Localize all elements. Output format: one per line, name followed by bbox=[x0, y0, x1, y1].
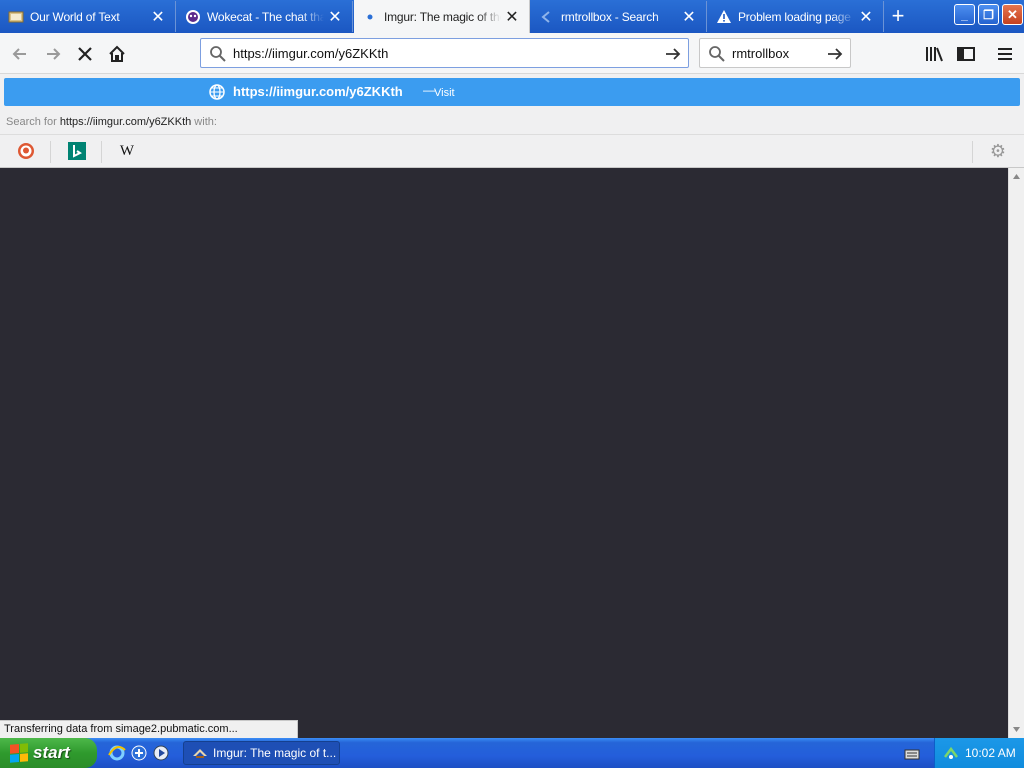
nav-toolbar: https://iimgur.com/y6ZKKth rmtrollbox bbox=[0, 33, 1024, 74]
go-arrow-icon[interactable] bbox=[826, 46, 844, 62]
scroll-down-icon[interactable] bbox=[1012, 726, 1021, 734]
internet-explorer-icon[interactable] bbox=[108, 744, 126, 762]
tab-problem-loading[interactable]: Problem loading page ✕ bbox=[708, 1, 884, 32]
tab-our-world-of-text[interactable]: Our World of Text ✕ bbox=[0, 1, 176, 32]
engine-divider bbox=[972, 141, 973, 163]
url-autocomplete-popup: https://iimgur.com/y6ZKKth — Visit Searc… bbox=[0, 74, 1024, 168]
search-for-prefix: Search for bbox=[6, 116, 60, 128]
clock[interactable]: 10:02 AM bbox=[965, 746, 1016, 760]
tab-title: Our World of Text bbox=[30, 9, 120, 24]
search-for-query: https://iimgur.com/y6ZKKth bbox=[59, 116, 192, 128]
stop-button[interactable] bbox=[71, 40, 99, 68]
close-window-button[interactable]: ✕ bbox=[1002, 4, 1023, 25]
search-for-suffix: with: bbox=[191, 116, 217, 128]
menu-button[interactable] bbox=[991, 40, 1019, 68]
imgur-icon bbox=[193, 749, 207, 758]
bing-icon[interactable] bbox=[68, 142, 86, 160]
search-icon bbox=[539, 9, 555, 25]
close-icon[interactable]: ✕ bbox=[147, 6, 169, 28]
tab-rmtrollbox-search[interactable]: rmtrollbox - Search ✕ bbox=[531, 1, 707, 32]
taskbar-firefox-window[interactable]: Imgur: The magic of t... bbox=[183, 741, 340, 765]
loading-dot-icon bbox=[362, 9, 378, 25]
home-icon bbox=[109, 45, 125, 62]
new-tab-button[interactable]: + bbox=[884, 4, 912, 30]
windows-logo-icon bbox=[10, 743, 28, 763]
close-icon[interactable]: ✕ bbox=[501, 6, 523, 28]
keyboard-icon[interactable] bbox=[903, 745, 921, 763]
tab-title: rmtrollbox - Search bbox=[561, 9, 659, 24]
tab-wokecat[interactable]: Wokecat - The chat that ✕ bbox=[177, 1, 353, 32]
forward-arrow-icon bbox=[47, 48, 61, 60]
suggestion-action: Visit bbox=[434, 87, 455, 99]
tab-imgur[interactable]: Imgur: The magic of the ✕ bbox=[354, 0, 530, 33]
hamburger-menu-icon bbox=[998, 48, 1012, 60]
search-bar[interactable]: rmtrollbox bbox=[699, 38, 851, 68]
suggestion-url: https://iimgur.com/y6ZKKth bbox=[233, 84, 403, 99]
scrollbar[interactable] bbox=[1008, 168, 1024, 738]
back-arrow-icon bbox=[12, 48, 26, 60]
engine-divider bbox=[50, 141, 51, 163]
sidebar-icon bbox=[957, 47, 975, 61]
search-for-label: Search for https://iimgur.com/y6ZKKth wi… bbox=[6, 116, 217, 128]
autocomplete-suggestion[interactable]: https://iimgur.com/y6ZKKth — Visit bbox=[4, 78, 1020, 106]
start-button[interactable]: start bbox=[0, 738, 97, 768]
wokecat-icon bbox=[185, 9, 201, 25]
restore-button[interactable]: ❐ bbox=[978, 4, 999, 25]
page-content[interactable] bbox=[0, 168, 1008, 738]
scroll-up-icon[interactable] bbox=[1012, 172, 1021, 180]
one-off-search-engines: W ⚙ bbox=[0, 134, 1024, 168]
close-icon[interactable]: ✕ bbox=[855, 6, 877, 28]
sidebar-button[interactable] bbox=[952, 40, 980, 68]
search-icon bbox=[210, 46, 226, 62]
start-label: start bbox=[33, 743, 70, 762]
url-bar[interactable]: https://iimgur.com/y6ZKKth bbox=[200, 38, 689, 68]
network-icon[interactable] bbox=[943, 745, 959, 761]
close-icon[interactable]: ✕ bbox=[678, 6, 700, 28]
task-label: Imgur: The magic of t... bbox=[213, 746, 337, 760]
forward-button[interactable] bbox=[39, 40, 67, 68]
tab-title: Imgur: The magic of the bbox=[384, 9, 501, 24]
library-icon bbox=[926, 47, 943, 62]
tab-title: Problem loading page bbox=[738, 9, 851, 24]
system-tray: 10:02 AM bbox=[934, 738, 1024, 768]
taskbar: start Imgur: The magic of t... 10:02 AM bbox=[0, 738, 1024, 768]
wikipedia-icon[interactable]: W bbox=[118, 142, 136, 160]
engine-divider bbox=[101, 141, 102, 163]
outlook-express-icon[interactable] bbox=[130, 744, 148, 762]
close-icon[interactable]: ✕ bbox=[324, 6, 346, 28]
tab-strip: Our World of Text ✕ Wokecat - The chat t… bbox=[0, 0, 1024, 33]
minimize-button[interactable]: _ bbox=[954, 4, 975, 25]
gear-icon[interactable]: ⚙ bbox=[989, 141, 1007, 161]
media-player-icon[interactable] bbox=[152, 744, 170, 762]
search-icon bbox=[709, 46, 725, 62]
tab-title: Wokecat - The chat that bbox=[207, 9, 324, 24]
url-input[interactable]: https://iimgur.com/y6ZKKth bbox=[233, 46, 388, 61]
duckduckgo-icon[interactable] bbox=[17, 142, 35, 160]
status-bar: Transferring data from simage2.pubmatic.… bbox=[0, 720, 298, 738]
stop-icon bbox=[78, 47, 92, 61]
go-arrow-icon[interactable] bbox=[664, 46, 682, 62]
home-button[interactable] bbox=[103, 40, 131, 68]
search-input[interactable]: rmtrollbox bbox=[732, 46, 789, 61]
library-button[interactable] bbox=[920, 40, 948, 68]
back-button[interactable] bbox=[6, 40, 34, 68]
warning-icon bbox=[716, 9, 732, 25]
globe-icon bbox=[209, 84, 225, 100]
owot-icon bbox=[8, 9, 24, 25]
